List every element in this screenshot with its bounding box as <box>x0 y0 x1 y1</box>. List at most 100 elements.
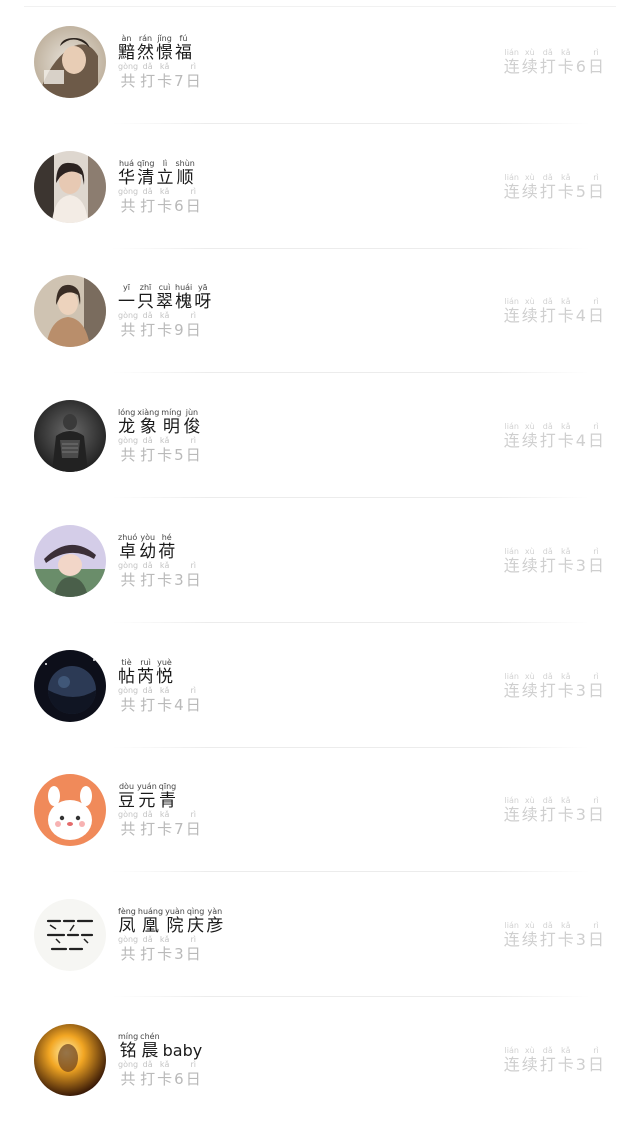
list-item[interactable]: dòu 豆 yuán 元 qīng 青 gòng 共 dǎ 打 kǎ 卡 7 rì 日 lián 连 xù 续 dǎ 打… <box>0 748 640 873</box>
girl-portrait-avatar[interactable] <box>34 150 106 223</box>
character: 连 <box>503 306 520 326</box>
pinyin-annotation: kǎ <box>561 546 571 556</box>
pinyin-annotation: yuán <box>137 782 157 792</box>
pinyin-annotation: cuì <box>158 283 171 293</box>
character: 打 <box>140 72 156 90</box>
pinyin-annotation: dǎ <box>142 934 153 944</box>
character: 续 <box>521 680 538 700</box>
pinyin-annotation: kǎ <box>159 186 170 196</box>
list-item[interactable]: zhuó 卓 yòu 幼 hé 荷 gòng 共 dǎ 打 kǎ 卡 3 rì 日 lián 连 xù 续 dǎ 打 kǎ… <box>0 499 640 623</box>
pinyin-annotation: dǎ <box>142 810 153 820</box>
ruby-char: rì 日 <box>186 686 201 715</box>
ruby-char: rì 日 <box>588 547 604 576</box>
pinyin-annotation: dǎ <box>542 920 553 930</box>
ruby-char: xù 续 <box>522 672 538 701</box>
character: 打 <box>140 321 156 340</box>
pinyin-annotation: dǎ <box>142 62 153 71</box>
pinyin-annotation: kǎ <box>159 436 170 446</box>
streak-checkin-days: lián 连 xù 续 dǎ 打 kǎ 卡 3 rì 日 <box>504 672 606 701</box>
character: 打 <box>140 695 156 714</box>
user-name: tiè 帖 ruì 芮 yuè 悦 <box>118 658 175 687</box>
cartoon-bunny-avatar[interactable] <box>34 774 106 847</box>
girl-hat-anime-avatar[interactable] <box>34 524 106 597</box>
ruby-char: chén 晨 <box>140 1032 159 1061</box>
character: 续 <box>521 431 538 451</box>
character: 翠 <box>156 292 173 313</box>
character: 明 <box>162 417 180 438</box>
pinyin-annotation: qīng <box>137 158 155 168</box>
character: 9 <box>174 321 184 340</box>
character: 芮 <box>137 666 154 687</box>
list-item[interactable]: míng 铭 chén 晨 baby gòng 共 dǎ 打 kǎ 卡 6 rì 日 lián 连 xù 续 dǎ 打… <box>0 998 640 1122</box>
total-checkin-days: gòng 共 dǎ 打 kǎ 卡 6 rì 日 <box>118 1060 203 1089</box>
character: 打 <box>140 1069 156 1088</box>
character: 顺 <box>176 167 194 188</box>
list-item[interactable]: tiè 帖 ruì 芮 yuè 悦 gòng 共 dǎ 打 kǎ 卡 4 rì 日 lián 连 xù 续 dǎ 打 kǎ… <box>0 624 640 748</box>
character: 日 <box>587 555 604 575</box>
pinyin-annotation: ruì <box>140 657 151 667</box>
user-name-latin: baby <box>162 1040 203 1060</box>
user-name: míng 铭 chén 晨 baby <box>118 1032 202 1061</box>
list-item[interactable]: àn 黯 rán 然 jǐng 憬 fú 福 gòng 共 dǎ 打 kǎ 卡 7 rì 日 lián 连 xù 续 dǎ… <box>0 0 640 124</box>
pinyin-annotation: lián <box>504 671 519 681</box>
ruby-char: rì 日 <box>186 311 201 340</box>
ruby-char: rì 日 <box>588 422 604 451</box>
pinyin-annotation: gòng <box>118 436 139 446</box>
character: 卡 <box>557 181 574 201</box>
character: 院 <box>166 915 184 936</box>
pinyin-annotation: kǎ <box>159 560 170 570</box>
pinyin-annotation: dǎ <box>542 546 553 556</box>
handwriting-text-avatar[interactable] <box>34 898 106 971</box>
ruby-char: 5 <box>576 173 586 202</box>
girl-hair-photo-avatar[interactable] <box>34 26 106 98</box>
list-item[interactable]: fèng 凤 huáng 凰 yuàn 院 qìng 庆 yàn 彦 gòng 共 dǎ 打 kǎ 卡 3 rì 日… <box>0 873 640 997</box>
list-item[interactable]: yī 一 zhī 只 cuì 翠 huái 槐 yā 呀 gòng 共 dǎ 打 kǎ 卡 9 rì 日 lián 连 x… <box>0 249 640 374</box>
dark-figure-avatar[interactable] <box>34 400 106 473</box>
pinyin-annotation: lián <box>504 1045 519 1055</box>
character: 卡 <box>557 805 574 825</box>
ruby-char: hé 荷 <box>158 533 175 562</box>
character: 共 <box>120 944 136 963</box>
ruby-char: gòng 共 <box>118 1060 138 1089</box>
character: 凤 <box>118 915 136 936</box>
ruby-char: yòu 幼 <box>139 533 156 562</box>
ruby-char: lián 连 <box>504 173 520 202</box>
list-item[interactable]: lóng 龙 xiàng 象 míng 明 jùn 俊 gòng 共 dǎ 打 kǎ 卡 5 rì 日 lián 连… <box>0 374 640 499</box>
pinyin-annotation: gòng <box>118 1059 139 1069</box>
pinyin-annotation: kǎ <box>159 1059 170 1069</box>
pinyin-annotation: lián <box>504 546 519 556</box>
character: 打 <box>539 1054 556 1074</box>
pinyin-annotation: zhuó <box>118 532 138 542</box>
character: 共 <box>120 570 136 589</box>
list-item[interactable]: huá 华 qīng 清 lì 立 shùn 顺 gòng 共 dǎ 打 kǎ 卡 6 rì 日 lián 连 xù 续… <box>0 125 640 249</box>
pinyin-annotation: xù <box>524 48 535 57</box>
planet-avatar[interactable] <box>34 649 106 722</box>
user-name: zhuó 卓 yòu 幼 hé 荷 <box>118 533 177 562</box>
character: 连 <box>503 680 520 700</box>
character: 日 <box>185 72 201 90</box>
ruby-char: dǎ 打 <box>140 810 155 839</box>
character: 日 <box>185 446 201 465</box>
pinyin-annotation: kǎ <box>159 62 170 71</box>
fire-glow-avatar[interactable] <box>34 1023 106 1096</box>
user-name: àn 黯 rán 然 jǐng 憬 fú 福 <box>118 34 194 63</box>
pinyin-annotation: xù <box>524 172 535 182</box>
character: 日 <box>587 57 604 76</box>
character: 连 <box>503 57 520 76</box>
ruby-char: rì 日 <box>186 1060 201 1089</box>
ruby-char: dòu 豆 <box>118 782 135 811</box>
character: 打 <box>539 805 556 825</box>
ruby-char: 4 <box>576 297 586 326</box>
girl-coat-avatar[interactable] <box>34 275 106 348</box>
character: 一 <box>118 292 135 313</box>
pinyin-annotation: huái <box>175 283 193 293</box>
pinyin-annotation: gòng <box>118 810 139 820</box>
character: 3 <box>575 1054 586 1074</box>
ruby-char: kǎ 卡 <box>558 672 574 701</box>
ruby-char: dǎ 打 <box>140 935 155 964</box>
ruby-char: kǎ 卡 <box>157 311 172 340</box>
character: 卡 <box>157 570 173 589</box>
character: 卡 <box>557 680 574 700</box>
pinyin-annotation: rì <box>190 311 196 321</box>
pinyin-annotation: rì <box>190 810 196 820</box>
